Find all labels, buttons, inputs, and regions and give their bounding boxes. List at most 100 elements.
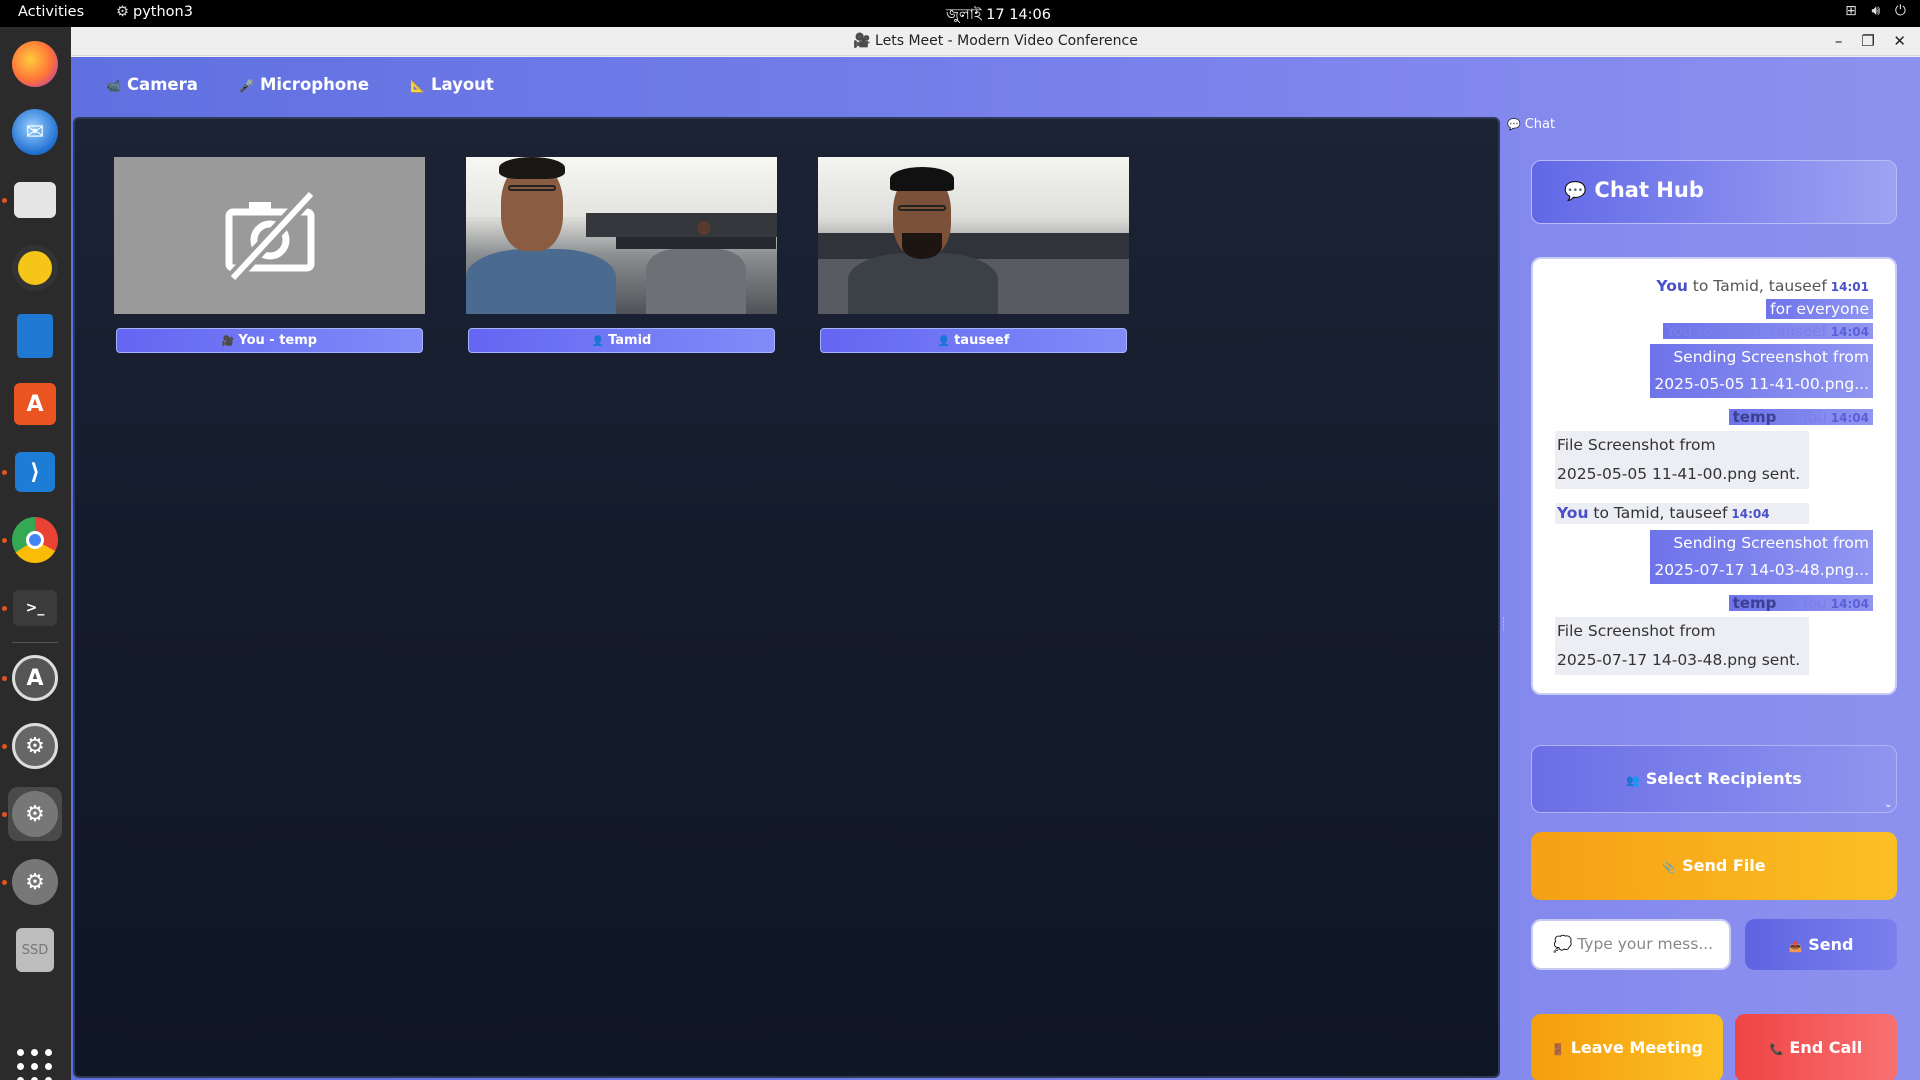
speech-bubble-icon: 💬 xyxy=(1564,181,1587,202)
camera-off-icon xyxy=(225,188,316,283)
camera-menu[interactable]: 📹 Camera xyxy=(106,75,198,94)
message-bubble: Sending Screenshot from 2025-07-17 14-03-… xyxy=(1650,530,1873,584)
network-icon: ⊞ xyxy=(1845,3,1857,19)
app-window: 🎥 Lets Meet - Modern Video Conference – … xyxy=(71,27,1920,1080)
vscode-icon: ⟩ xyxy=(15,452,55,492)
activities-button[interactable]: Activities xyxy=(18,4,84,20)
app-center-icon: A xyxy=(14,383,56,425)
layout-menu-label: Layout xyxy=(430,75,494,94)
users-icon: 👥 xyxy=(1626,774,1640,787)
chrome-icon xyxy=(12,517,58,563)
app-menu-label: python3 xyxy=(133,4,193,20)
end-call-button[interactable]: 📞 End Call xyxy=(1735,1014,1897,1080)
window-title: 🎥 Lets Meet - Modern Video Conference xyxy=(853,33,1138,49)
video-feed xyxy=(466,157,777,314)
participant-tile-you[interactable]: 🎥 You - temp xyxy=(114,157,425,353)
ssd-label: SSD xyxy=(21,942,49,958)
settings-icon-2: ⚙ xyxy=(12,791,58,837)
thunderbird-icon: ✉ xyxy=(12,109,58,155)
chat-messages[interactable]: You to Tamid, tauseef 14:01 for everyone … xyxy=(1531,257,1897,695)
message-header: You to Tamid, tauseef 14:01 xyxy=(1652,277,1873,295)
send-file-label: Send File xyxy=(1682,856,1766,875)
dock-software-updater[interactable]: A xyxy=(8,651,62,705)
app-body: 📹 Camera 🎤 Microphone 📐 Layout 🎥 You - temp xyxy=(71,57,1920,1080)
chat-hub-header: 💬 Chat Hub xyxy=(1531,160,1897,224)
participant-tile-tamid[interactable]: 👤 Tamid xyxy=(466,157,777,353)
participant-name: tauseef xyxy=(954,333,1010,348)
camera-icon: 📹 xyxy=(106,79,121,93)
message-header: temp to You 14:04 xyxy=(1728,595,1873,611)
settings-icon: ⚙ xyxy=(12,723,58,769)
door-icon: 🚪 xyxy=(1551,1043,1565,1056)
chevron-down-icon: ⌄ xyxy=(1884,800,1892,810)
writer-icon xyxy=(17,314,53,358)
dock-firefox[interactable] xyxy=(8,37,62,91)
send-file-button[interactable]: 📎 Send File xyxy=(1531,832,1897,900)
show-apps-icon[interactable] xyxy=(17,1049,53,1080)
rhythmbox-icon xyxy=(12,245,58,291)
dock-settings-2[interactable]: ⚙ xyxy=(8,787,62,841)
participant-name: Tamid xyxy=(608,333,652,348)
clock[interactable]: জুলাই 17 14:06 xyxy=(946,4,1051,28)
system-top-bar: Activities ⚙ python3 জুলাই 17 14:06 ⊞ 🔊︎ … xyxy=(0,0,1920,27)
video-feed xyxy=(818,157,1129,314)
dock-vscode[interactable]: ⟩ xyxy=(8,445,62,499)
app-menu-icon: ⚙ xyxy=(116,4,129,20)
close-icon[interactable]: ✕ xyxy=(1893,32,1906,50)
video-grid: 🎥 You - temp 👤 Tamid 👤 tauseef xyxy=(73,117,1500,1078)
participant-name: You - temp xyxy=(238,333,318,348)
participant-tile-tauseef[interactable]: 👤 tauseef xyxy=(818,157,1129,353)
message-bubble: for everyone xyxy=(1766,299,1873,319)
maximize-icon[interactable]: ❐ xyxy=(1861,32,1874,50)
message-bubble: File Screenshot from 2025-05-05 11-41-00.… xyxy=(1555,431,1809,489)
leave-meeting-button[interactable]: 🚪 Leave Meeting xyxy=(1531,1014,1723,1080)
user-icon: 👤 xyxy=(591,336,605,347)
dock-terminal[interactable]: >_ xyxy=(8,581,62,635)
ssd-drive-icon: SSD xyxy=(16,928,54,972)
system-tray[interactable]: ⊞ 🔊︎ ⏻ xyxy=(1835,3,1906,19)
settings-icon-3: ⚙ xyxy=(12,859,58,905)
dock-files[interactable] xyxy=(8,173,62,227)
dock-chrome[interactable] xyxy=(8,513,62,567)
ruler-icon: 📐 xyxy=(410,79,425,93)
firefox-icon xyxy=(12,41,58,87)
dock-app-center[interactable]: A xyxy=(8,377,62,431)
terminal-icon: >_ xyxy=(13,590,57,626)
send-button[interactable]: 📤 Send xyxy=(1745,919,1897,970)
dock-settings[interactable]: ⚙ xyxy=(8,719,62,773)
select-recipients-dropdown[interactable]: 👥 Select Recipients ⌄ xyxy=(1531,745,1897,813)
select-recipients-label: Select Recipients xyxy=(1645,769,1802,788)
dock-rhythmbox[interactable] xyxy=(8,241,62,295)
participant-name-badge: 🎥 You - temp xyxy=(116,328,423,353)
user-icon: 👤 xyxy=(937,336,951,347)
video-camera-icon: 🎥 xyxy=(221,336,235,347)
chat-tab[interactable]: 💬 Chat xyxy=(1507,117,1555,132)
speech-bubble-icon: 💬 xyxy=(1507,118,1521,131)
microphone-menu-label: Microphone xyxy=(259,75,370,94)
software-updater-icon: A xyxy=(12,655,58,701)
leave-meeting-label: Leave Meeting xyxy=(1570,1038,1703,1057)
panel-splitter[interactable] xyxy=(1503,617,1506,631)
layout-menu[interactable]: 📐 Layout xyxy=(410,75,494,94)
dock-ssd[interactable]: SSD xyxy=(8,923,62,977)
message-header: You to Tamid, tauseef 14:04 xyxy=(1555,503,1809,524)
participant-name-badge: 👤 Tamid xyxy=(468,328,775,353)
dock-writer[interactable] xyxy=(8,309,62,363)
dock-settings-3[interactable]: ⚙ xyxy=(8,855,62,909)
dock-thunderbird[interactable]: ✉ xyxy=(8,105,62,159)
video-feed-off xyxy=(114,157,425,314)
title-bar[interactable]: 🎥 Lets Meet - Modern Video Conference – … xyxy=(71,27,1920,56)
message-input[interactable]: 💭 Type your mess... xyxy=(1531,919,1731,970)
power-icon: ⏻ xyxy=(1894,3,1906,19)
dock: ✉ A ⟩ >_ A ⚙ ⚙ ⚙ SSD xyxy=(0,27,71,1080)
outbox-icon: 📤 xyxy=(1788,940,1803,953)
app-menu[interactable]: ⚙ python3 xyxy=(116,4,193,20)
files-icon xyxy=(14,182,56,218)
minimize-icon[interactable]: – xyxy=(1835,32,1843,50)
menu-bar: 📹 Camera 🎤 Microphone 📐 Layout xyxy=(71,57,1920,114)
microphone-menu[interactable]: 🎤 Microphone xyxy=(239,75,369,94)
message-bubble: File Screenshot from 2025-07-17 14-03-48.… xyxy=(1555,617,1809,675)
send-label: Send xyxy=(1808,935,1854,954)
volume-icon: 🔊︎ xyxy=(1871,3,1881,19)
chat-hub-title: Chat Hub xyxy=(1594,178,1704,202)
